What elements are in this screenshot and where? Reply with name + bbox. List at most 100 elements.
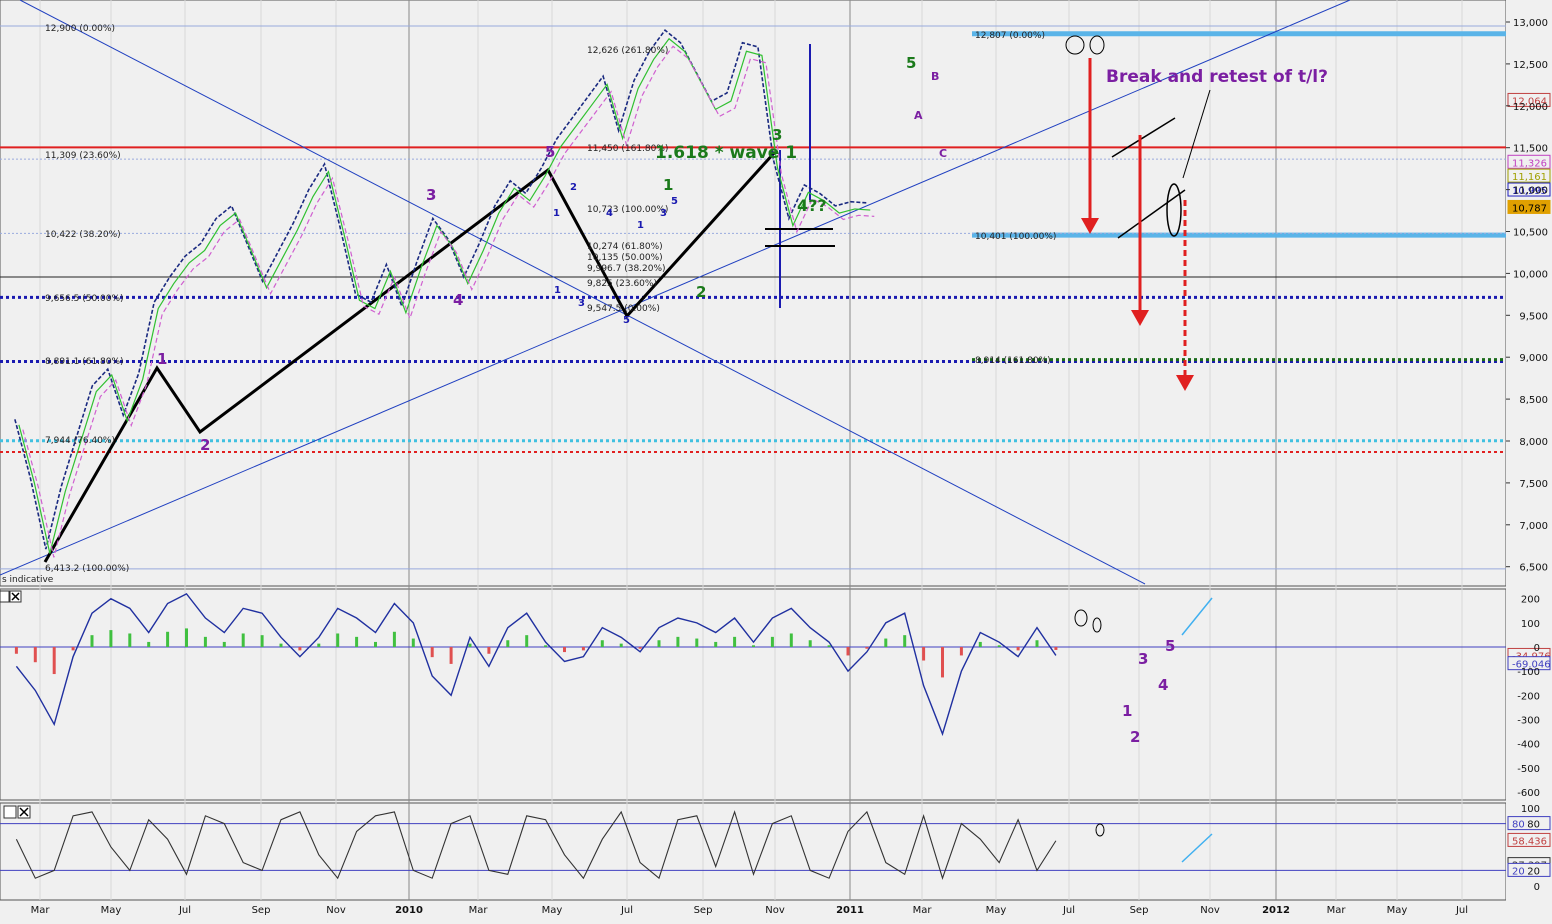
fib-level-label: 12,900 (0.00%) [45,24,115,34]
x-tick-label: Jul [178,905,191,916]
macd-tick-label: -100 [1517,667,1540,678]
fib-level-label: 9,547.5 (0.00%) [587,304,660,314]
wave-label-purple: 1 [157,350,167,368]
x-tick-label: Mar [913,905,933,916]
main-panel [0,0,1507,587]
fib-level-label: 9,656.5 (50.00%) [45,294,124,304]
macd-tick-label: 100 [1521,619,1540,630]
y-tick-label: 10,000 [1513,269,1548,280]
x-tick-label: May [1387,905,1408,916]
macd-panel-controls[interactable] [0,590,22,603]
stoch-panel [0,802,1507,901]
stoch-value-label: 20 [1512,866,1525,877]
x-tick-label: 2012 [1262,905,1290,916]
wave-label-abc: B [931,70,939,83]
y-tick-label: 7,000 [1519,521,1548,532]
fib-level-label: 10,723 (100.00%) [587,205,668,215]
x-tick-label: Jul [620,905,633,916]
x-tick-label: Jul [1455,905,1468,916]
x-tick-label: May [986,905,1007,916]
macd-tick-label: 200 [1521,595,1540,606]
wave-label-abc: A [914,109,923,122]
x-tick-label: 2011 [836,905,864,916]
x-tick-label: 2010 [395,905,423,916]
main-value-label: 11,161 [1512,172,1547,183]
fib-level-label: 10,422 (38.20%) [45,230,121,240]
y-tick-label: 12,500 [1513,60,1548,71]
y-tick-label: 9,500 [1519,311,1548,322]
wave-label-green: 2 [696,283,706,301]
x-tick-label: Mar [1327,905,1347,916]
wave-label-blue: 1 [553,208,560,219]
fib-level-label: 8,891.1 (61.80%) [45,357,124,367]
y-tick-label: 13,000 [1513,18,1548,29]
wave-label-blue: 5 [623,315,630,326]
annotation-fib-extension: 1.618 * wave 1 [655,143,797,163]
stoch-tick-label: 20 [1527,866,1540,877]
macd-tick-label: -500 [1517,764,1540,775]
wave-label-green: 5 [906,54,916,72]
stock-chart: 12,900 (0.00%)12,626 (261.80%)11,450 (16… [0,0,1552,920]
x-tick-label: Sep [694,905,713,916]
x-tick-label: Nov [765,905,785,916]
wave-label-purple: 5 [545,143,555,161]
x-tick-label: Nov [326,905,346,916]
chart-stage: 12,900 (0.00%) 12,626 (261.80%) 11,450 (16… [0,0,1552,920]
restore-icon [3,805,17,819]
wave-label-blue: 3 [578,298,585,309]
stoch-tick-label: 80 [1527,820,1540,831]
fib-level-label: 8,914 (161.80%) [975,356,1051,366]
x-tick-label: Mar [31,905,51,916]
y-tick-label: 9,000 [1519,353,1548,364]
macd-wave-label: 3 [1138,650,1148,668]
wave-label-blue: 3 [660,208,667,219]
x-tick-label: Nov [1200,905,1220,916]
x-tick-label: Sep [1130,905,1149,916]
macd-tick-label: -600 [1517,788,1540,799]
wave-label-blue: 2 [570,182,577,193]
fib-level-label: 12,626 (261.80%) [587,46,668,56]
macd-tick-label: -400 [1517,740,1540,751]
fib-level-label: 10,135 (50.00%) [587,253,663,263]
wave-label-purple: 3 [426,186,436,204]
x-tick-label: Mar [469,905,489,916]
y-tick-label: 7,500 [1519,479,1548,490]
wave-label-blue: 4 [606,208,613,219]
wave-label-green: 1 [663,176,673,194]
wave-label-abc: C [939,147,947,160]
annotation-wave4: 4?? [797,196,827,215]
main-value-label: 11,326 [1512,158,1547,169]
stoch-tick-label: 0 [1534,882,1540,893]
annotation-indicative: s indicative [2,575,54,585]
stoch-value-label: 80 [1512,820,1525,831]
wave-label-purple: 4 [453,291,463,309]
y-tick-label: 8,500 [1519,395,1548,406]
macd-wave-label: 1 [1122,702,1132,720]
annotation-break-retest: Break and retest of t/l? [1106,67,1328,87]
fib-level-label: 9,825 (23.60%) [587,279,657,289]
stoch-value-label: 58.436 [1512,836,1547,847]
y-tick-label: 6,500 [1519,563,1548,574]
y-tick-label: 11,500 [1513,144,1548,155]
y-tick-label: 8,000 [1519,437,1548,448]
fib-level-label: 6,413.2 (100.00%) [45,564,129,574]
x-tick-label: May [101,905,122,916]
y-tick-label: 12,000 [1513,102,1548,113]
wave-label-blue: 1 [637,220,644,231]
macd-wave-label: 2 [1130,728,1140,746]
wave-label-blue: 5 [671,196,678,207]
main-value-label: 10,787 [1512,203,1547,214]
price-axis [1506,0,1552,920]
wave-label-green: 3 [772,126,782,144]
y-tick-label: 10,500 [1513,228,1548,239]
fib-level-label: 11,309 (23.60%) [45,151,121,161]
macd-panel [0,588,1507,801]
fib-level-label: 9,996.7 (38.20%) [587,264,666,274]
fib-level-label: 7,944 (76.40%) [45,436,115,446]
fib-level-label: 10,401 (100.00%) [975,232,1056,242]
x-tick-label: Jul [1062,905,1075,916]
stoch-tick-label: 100 [1521,804,1540,815]
x-tick-label: May [542,905,563,916]
macd-tick-label: -200 [1517,691,1540,702]
x-tick-label: Sep [252,905,271,916]
